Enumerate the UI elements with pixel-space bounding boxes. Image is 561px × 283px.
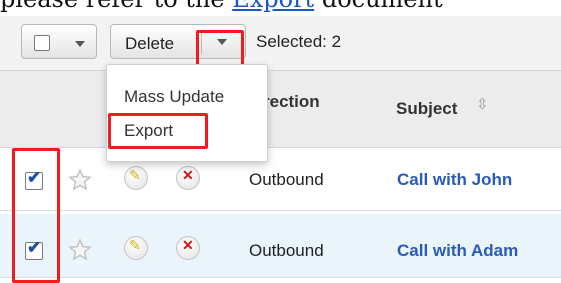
- highlight-row-checkboxes: [12, 148, 60, 283]
- chevron-down-icon: [75, 41, 85, 47]
- doc-text-prefix: please refer to the: [0, 0, 232, 13]
- subject-link[interactable]: Call with Adam: [397, 241, 518, 261]
- subject-link[interactable]: Call with John: [397, 170, 512, 190]
- close-icon[interactable]: ✕: [176, 236, 200, 260]
- direction-cell: Outbound: [249, 170, 324, 189]
- highlight-export-item: [108, 113, 208, 149]
- table-header: Direction Subject ⇳: [0, 71, 561, 148]
- list-toolbar: Delete Selected: 2: [0, 16, 561, 78]
- close-icon[interactable]: ✕: [176, 166, 200, 190]
- select-all-dropdown[interactable]: [21, 24, 97, 59]
- select-all-checkbox[interactable]: [34, 35, 50, 51]
- delete-button[interactable]: Delete: [125, 34, 174, 54]
- star-icon[interactable]: [68, 238, 92, 262]
- direction-cell: Outbound: [249, 241, 324, 260]
- doc-text-line: please refer to the Export document: [0, 0, 561, 15]
- table-row: ✔ ✎ ✕ Outbound Call with John: [0, 148, 561, 211]
- column-header-subject[interactable]: Subject: [396, 99, 457, 119]
- star-icon[interactable]: [68, 168, 92, 192]
- export-doc-link[interactable]: Export: [232, 0, 314, 13]
- table-row: ✔ ✎ ✕ Outbound Call with Adam: [0, 214, 561, 278]
- menu-item-mass-update[interactable]: Mass Update: [124, 87, 224, 107]
- pencil-icon[interactable]: ✎: [124, 236, 148, 260]
- sort-icon[interactable]: ⇳: [476, 95, 489, 113]
- doc-text-suffix: document: [314, 0, 443, 13]
- selected-count: Selected: 2: [256, 32, 342, 51]
- pencil-icon[interactable]: ✎: [124, 166, 148, 190]
